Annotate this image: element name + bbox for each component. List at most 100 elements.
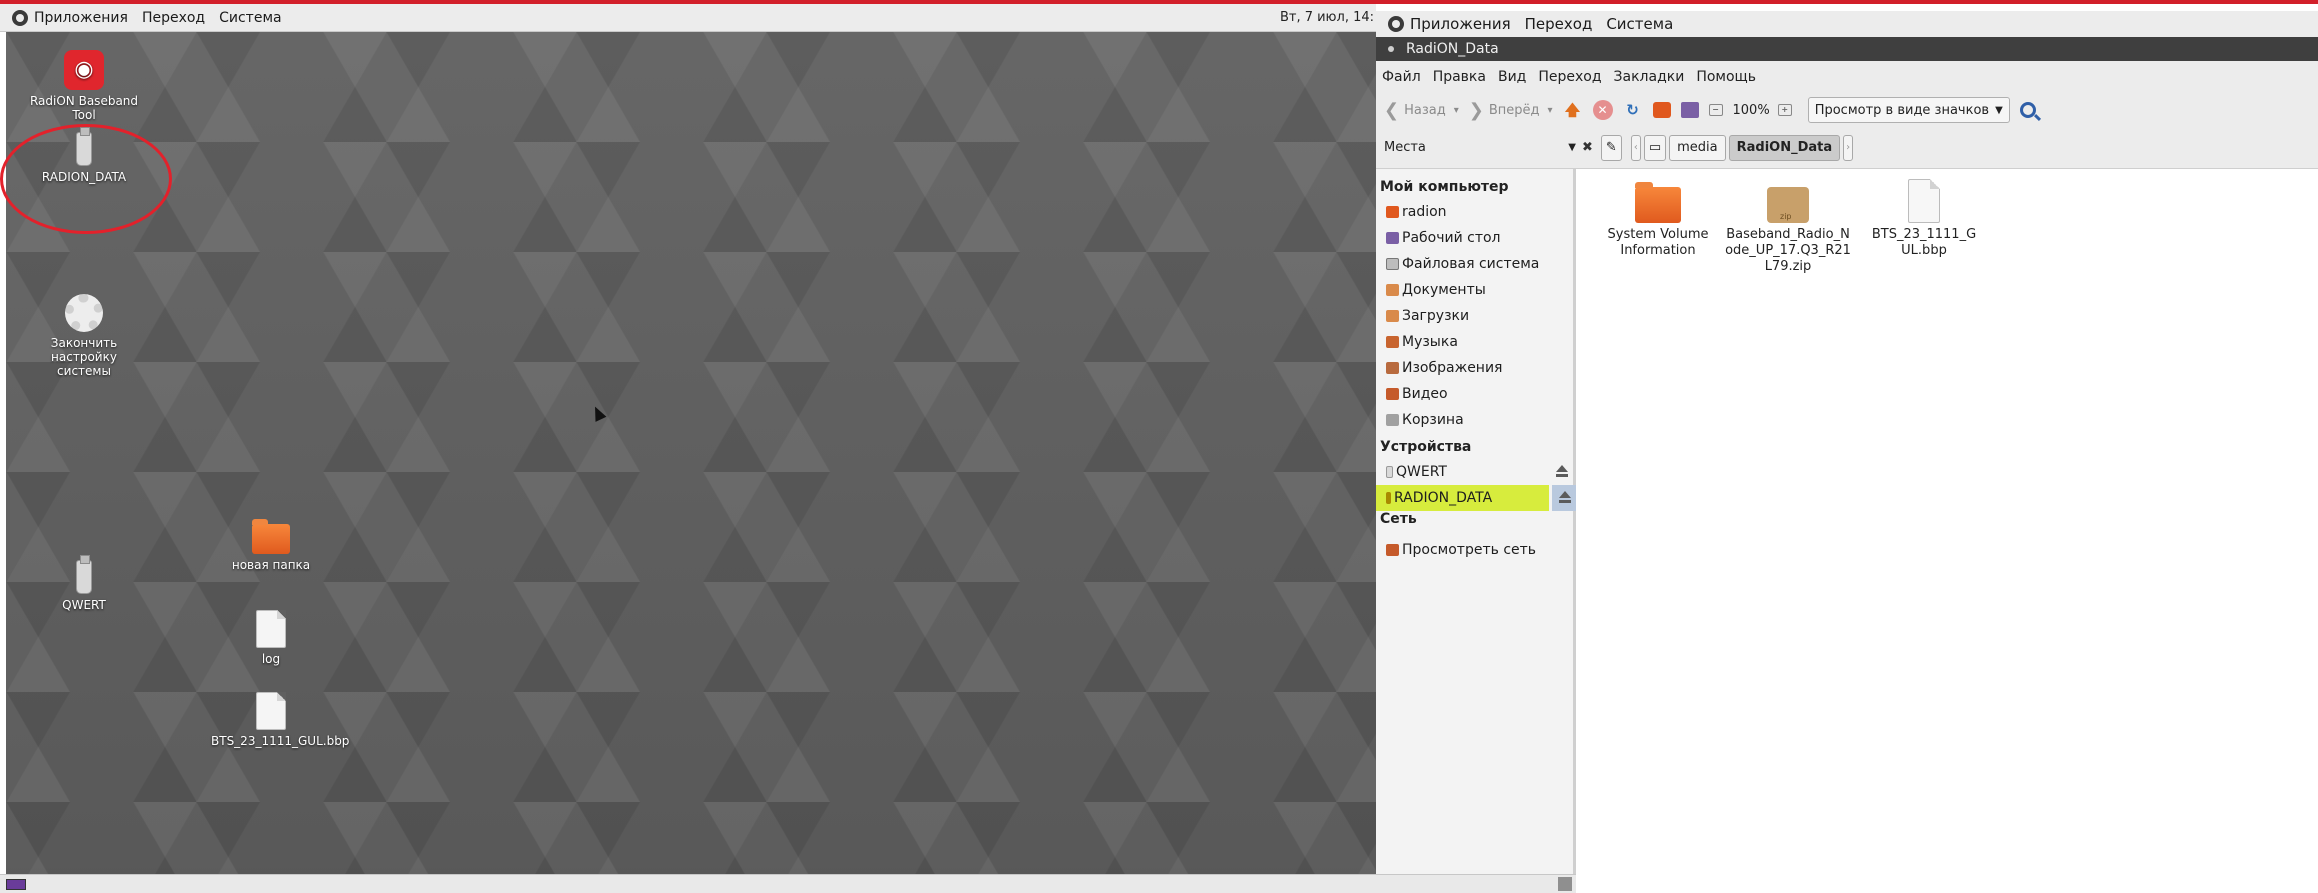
desktop-icon-label: новая папка	[231, 558, 311, 572]
window-titlebar[interactable]: RadiON_Data	[1376, 37, 2318, 61]
distro-logo-icon[interactable]	[1388, 16, 1404, 32]
root-path-button[interactable]: ▭	[1643, 134, 1667, 161]
forward-arrow-icon: ❯	[1468, 99, 1484, 121]
right-top-panel: Приложения Переход Система	[1376, 11, 2318, 37]
sidebar-heading-devices: Устройства	[1380, 439, 1472, 455]
stop-icon[interactable]: ✕	[1592, 100, 1613, 120]
sidebar-item-home[interactable]: radion	[1376, 199, 1573, 225]
location-bar: Места ▼ ✖ ✎ ‹ ▭ media RadiON_Data ›	[1376, 127, 2318, 169]
sidebar-mode-select[interactable]: Места ▼	[1384, 140, 1576, 155]
bottom-panel	[0, 874, 1576, 893]
sidebar-heading-network: Сеть	[1380, 511, 1417, 527]
desktop-icon-label: BTS_23_1111_GUL.bbp	[211, 734, 350, 748]
desktop-icon-label: RadiON Baseband Tool	[29, 94, 139, 122]
usb-drive-icon	[1386, 466, 1393, 478]
desktop-icon-qwert[interactable]: QWERT	[24, 555, 144, 612]
menu-applications[interactable]: Приложения	[1410, 15, 1511, 33]
path-segment-media[interactable]: media	[1669, 134, 1726, 161]
menu-system[interactable]: Система	[1606, 15, 1673, 33]
sidebar-item-radion-data[interactable]: RADION_DATA	[1376, 485, 1549, 511]
videos-folder-icon	[1386, 388, 1399, 400]
menu-file[interactable]: Файл	[1382, 69, 1421, 85]
eject-icon	[1558, 491, 1572, 505]
clock[interactable]: Вт, 7 июл, 14:	[1280, 4, 1374, 32]
desktop-folder-icon	[1386, 232, 1399, 244]
network-icon	[1386, 544, 1399, 556]
sidebar-item-browse-network[interactable]: Просмотреть сеть	[1376, 537, 1573, 563]
menu-view[interactable]: Вид	[1498, 69, 1526, 85]
eject-icon[interactable]	[1555, 465, 1569, 479]
sidebar-item-pictures[interactable]: Изображения	[1376, 355, 1573, 381]
documents-folder-icon	[1386, 284, 1399, 296]
desktop-icon-log[interactable]: log	[211, 610, 331, 666]
zip-archive-icon	[1767, 187, 1809, 225]
left-top-panel: Приложения Переход Система Вт, 7 июл, 14…	[0, 4, 1376, 32]
menu-go[interactable]: Переход	[1538, 69, 1601, 85]
sidebar-item-videos[interactable]: Видео	[1376, 381, 1573, 407]
reload-icon[interactable]: ↻	[1623, 100, 1643, 120]
menu-places[interactable]: Переход	[142, 10, 205, 26]
pictures-folder-icon	[1386, 362, 1399, 374]
sidebar-item-filesystem[interactable]: Файловая система	[1376, 251, 1573, 277]
edit-location-button[interactable]: ✎	[1600, 134, 1622, 161]
trash-applet-icon[interactable]	[1558, 877, 1572, 891]
menu-system[interactable]: Система	[219, 10, 281, 26]
menu-places[interactable]: Переход	[1525, 15, 1593, 33]
search-icon[interactable]	[2019, 102, 2036, 118]
downloads-folder-icon	[1386, 310, 1399, 322]
home-folder-icon	[1386, 206, 1399, 218]
desktop-icon-bts-file[interactable]: BTS_23_1111_GUL.bbp	[211, 692, 350, 748]
home-icon[interactable]	[1652, 102, 1671, 118]
menu-bookmarks[interactable]: Закладки	[1614, 69, 1685, 85]
desktop-icon-label: Закончить настройку системы	[50, 336, 118, 378]
zoom-in-icon[interactable]: +	[1777, 104, 1792, 116]
view-mode-select[interactable]: Просмотр в виде значков ▼	[1807, 97, 2010, 123]
usb-drive-icon	[76, 555, 92, 594]
close-sidebar-icon[interactable]: ✖	[1582, 140, 1593, 155]
desktop-icon-label: QWERT	[62, 598, 106, 612]
zoom-out-icon[interactable]: −	[1708, 104, 1723, 116]
path-segment-current[interactable]: RadiON_Data	[1728, 134, 1841, 161]
filesystem-icon	[1386, 258, 1399, 270]
desktop[interactable]: ◉ RadiON Baseband Tool RADION_DATA Закон…	[6, 32, 1376, 874]
path-scroll-left-button[interactable]: ‹	[1630, 134, 1641, 161]
file-item-zip[interactable]: Baseband_Radio_Node_UP_17.Q3_R21L79.zip	[1723, 187, 1853, 275]
distro-logo-icon[interactable]	[12, 9, 28, 26]
gear-icon	[65, 294, 103, 332]
menu-applications[interactable]: Приложения	[34, 10, 128, 26]
eject-button[interactable]	[1552, 485, 1576, 511]
desktop-icon-finish-setup[interactable]: Закончить настройку системы	[24, 294, 144, 378]
toolbar: ❮ Назад ▾ ❯ Вперёд ▾ 🡅 ✕ ↻ − 100% + Просмотр…	[1376, 93, 2318, 127]
file-item-bbp[interactable]: BTS_23_1111_GUL.bbp	[1869, 179, 1979, 259]
forward-button[interactable]: ❯ Вперёд ▾	[1469, 100, 1553, 121]
file-name: System Volume Information	[1607, 227, 1709, 258]
window-menu-icon[interactable]	[1388, 46, 1394, 52]
sidebar-item-desktop[interactable]: Рабочий стол	[1376, 225, 1573, 251]
radion-logo-icon: ◉	[64, 50, 104, 90]
file-item-folder[interactable]: System Volume Information	[1603, 182, 1713, 259]
menu-edit[interactable]: Правка	[1433, 69, 1486, 85]
show-desktop-icon[interactable]	[6, 879, 26, 890]
path-scroll-right-button[interactable]: ›	[1843, 134, 1854, 161]
binary-file-icon	[256, 692, 286, 730]
pencil-icon: ✎	[1605, 140, 1617, 155]
places-sidebar: Мой компьютер radion Рабочий стол Файлов…	[1376, 169, 1576, 874]
desktop-icon-new-folder[interactable]: новая папка	[211, 519, 331, 572]
sidebar-item-qwert[interactable]: QWERT	[1376, 459, 1573, 485]
file-name: BTS_23_1111_GUL.bbp	[1871, 227, 1977, 258]
file-name: Baseband_Radio_Node_UP_17.Q3_R21L79.zip	[1725, 227, 1851, 274]
sidebar-item-documents[interactable]: Документы	[1376, 277, 1573, 303]
sidebar-item-music[interactable]: Музыка	[1376, 329, 1573, 355]
chevron-down-icon: ▼	[1568, 142, 1576, 153]
up-arrow-icon[interactable]: 🡅	[1563, 100, 1583, 120]
binary-file-icon	[1908, 179, 1940, 223]
sidebar-item-downloads[interactable]: Загрузки	[1376, 303, 1573, 329]
sidebar-item-trash[interactable]: Корзина	[1376, 407, 1573, 433]
zoom-level[interactable]: 100%	[1733, 103, 1770, 118]
back-button[interactable]: ❮ Назад ▾	[1384, 100, 1459, 121]
desktop-icon-radion-tool[interactable]: ◉ RadiON Baseband Tool	[24, 50, 144, 122]
computer-icon[interactable]	[1680, 102, 1699, 118]
folder-icon	[252, 519, 290, 554]
menu-help[interactable]: Помощь	[1696, 69, 1756, 85]
file-view[interactable]: System Volume Information Baseband_Radio…	[1579, 169, 2318, 874]
